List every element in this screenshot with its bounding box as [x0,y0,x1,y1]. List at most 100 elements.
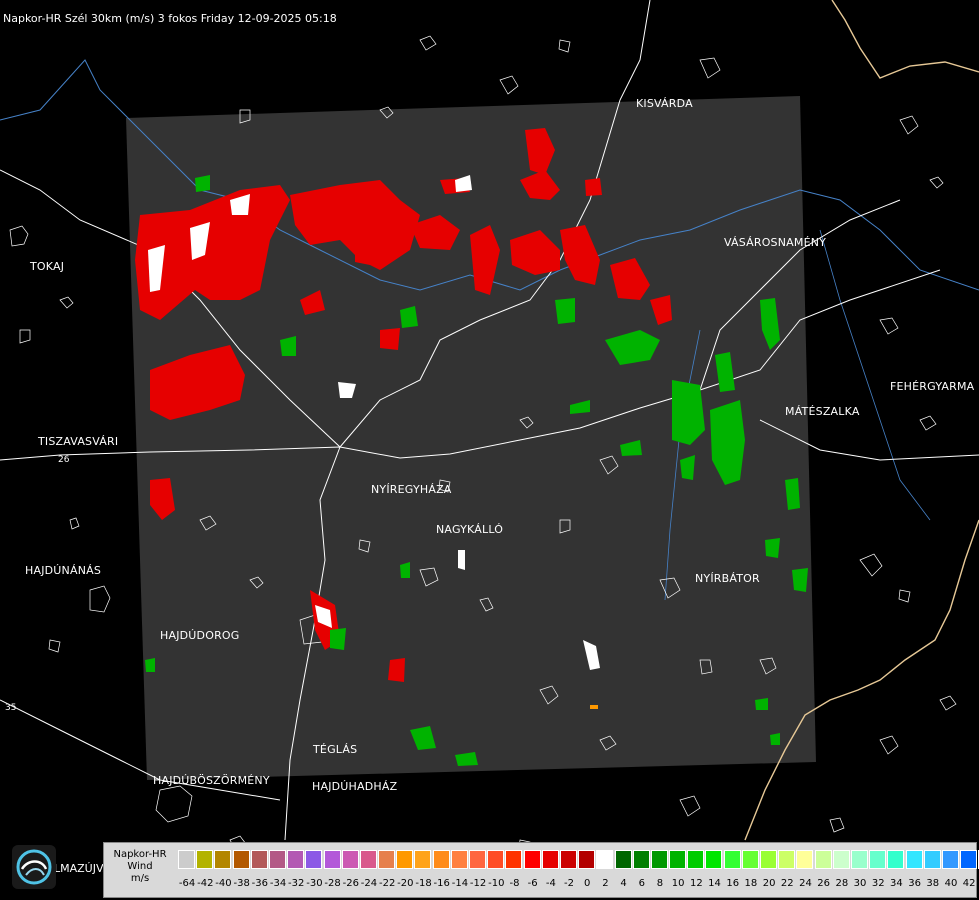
road-number-35: 35 [5,703,16,713]
legend-swatch [760,850,777,869]
legend-swatch [687,850,705,869]
legend-swatch [923,850,941,869]
radar-echo-orange [590,705,598,709]
legend-swatch [305,850,323,869]
legend-swatch [814,850,832,869]
legend-tick-label: -42 [197,878,214,889]
legend-swatch [414,850,432,869]
legend-swatch [378,850,396,869]
legend-tick-label: -64 [178,878,196,889]
city-label: NYÍRBÁTOR [695,572,760,585]
legend-tick-label: -36 [251,878,269,889]
legend-swatch [341,850,359,869]
city-label: HAJDÚNÁNÁS [25,564,102,577]
legend-swatch [960,850,978,869]
logo-icon [12,845,56,889]
legend-tick-label: 12 [689,878,703,889]
legend-swatch [832,850,850,869]
legend-tick-label: 0 [584,878,591,889]
legend-tick-label: -8 [509,878,520,889]
legend-tick-label: 18 [744,878,758,889]
legend-swatch [796,850,814,869]
legend-tick-label: 14 [708,878,721,889]
legend-swatch [650,850,668,869]
legend-tick-label: 40 [944,878,958,889]
legend-tick-label: -24 [360,878,378,889]
legend-tick-label: -6 [527,878,538,889]
legend-tick-label: 42 [962,878,976,889]
city-label: TISZAVASVÁRI [38,435,119,448]
legend-tick-label: 4 [620,878,627,889]
legend-swatch [487,850,505,869]
city-label: HAJDÚHADHÁZ [312,780,398,793]
legend-tick-label: -32 [288,878,305,889]
legend-tick-label: 36 [908,878,921,889]
legend-swatch [559,850,577,869]
legend-swatch [523,850,541,869]
city-label: NAGYKÁLLÓ [436,523,504,536]
river-szamos [819,229,931,521]
legend-swatch [323,850,341,869]
legend-tick-label: 10 [671,878,685,889]
city-label: TOKAJ [30,260,65,273]
legend-ticks: -64 -42 -40 -38 -36 -34 -32 -30 -28 -26 -24 -22 -20-… [178,878,978,889]
legend-tick-label: -40 [215,878,232,889]
city-label: TÉGLÁS [313,743,358,756]
legend-swatch [869,850,887,869]
legend-swatch [941,850,959,869]
legend-tick-label: 2 [602,878,609,889]
legend-title: Napkor-HR Wind m/s [108,849,172,885]
legend-tick-label: -10 [488,878,505,889]
legend-tick-label: -4 [545,878,556,889]
legend-swatch [250,850,268,869]
legend-tick-label: -34 [269,878,287,889]
legend-tick-label: 24 [799,878,812,889]
legend-swatch [632,850,650,869]
legend-swatch [505,850,523,869]
legend-tick-label: -20 [397,878,414,889]
color-legend: Napkor-HR Wind m/s -64 -42 -40 -38 -36 -34 -32… [103,842,979,898]
legend-tick-label: 20 [762,878,776,889]
legend-swatch [469,850,486,869]
legend-tick-label: 28 [835,878,849,889]
legend-tick-label: 22 [780,878,794,889]
city-label: VÁSÁROSNAMÉNY [724,236,827,249]
legend-swatch [669,850,687,869]
legend-swatch [887,850,905,869]
road-number-26: 26 [58,455,70,465]
legend-tick-label: -22 [378,878,396,889]
legend-tick-label: 16 [726,878,740,889]
country-border [831,0,979,79]
city-label: KISVÁRDA [636,97,693,110]
city-label: HAJDÚBÖSZÖRMÉNY [153,774,270,787]
legend-swatch [214,850,232,869]
legend-tick-label: -18 [415,878,432,889]
legend-tick-label: -28 [324,878,341,889]
legend-tick-label: -16 [433,878,450,889]
legend-tick-label: -14 [451,878,469,889]
legend-swatch [232,850,250,869]
legend-line-1: Napkor-HR [113,849,167,860]
legend-swatch [578,850,596,869]
legend-tick-label: 6 [638,878,645,889]
legend-tick-label: -12 [469,878,487,889]
legend-swatch [450,850,468,869]
legend-swatch [432,850,450,869]
legend-swatch [541,850,559,869]
legend-line-3: m/s [130,873,150,884]
legend-swatch [705,850,723,869]
legend-swatch [196,850,214,869]
map-title: Napkor-HR Szél 30km (m/s) 3 fokos Friday… [3,12,337,25]
legend-swatches [178,850,979,869]
legend-swatch [905,850,923,869]
legend-tick-label: -38 [233,878,250,889]
legend-swatch [178,850,195,869]
legend-swatch [396,850,414,869]
legend-tick-label: -26 [342,878,359,889]
legend-tick-label: 34 [890,878,903,889]
legend-tick-label: -2 [564,878,575,889]
legend-swatch [723,850,741,869]
radar-map[interactable]: 26 35 [0,0,979,900]
legend-swatch [614,850,632,869]
city-label: HAJDÚDOROG [160,629,240,642]
